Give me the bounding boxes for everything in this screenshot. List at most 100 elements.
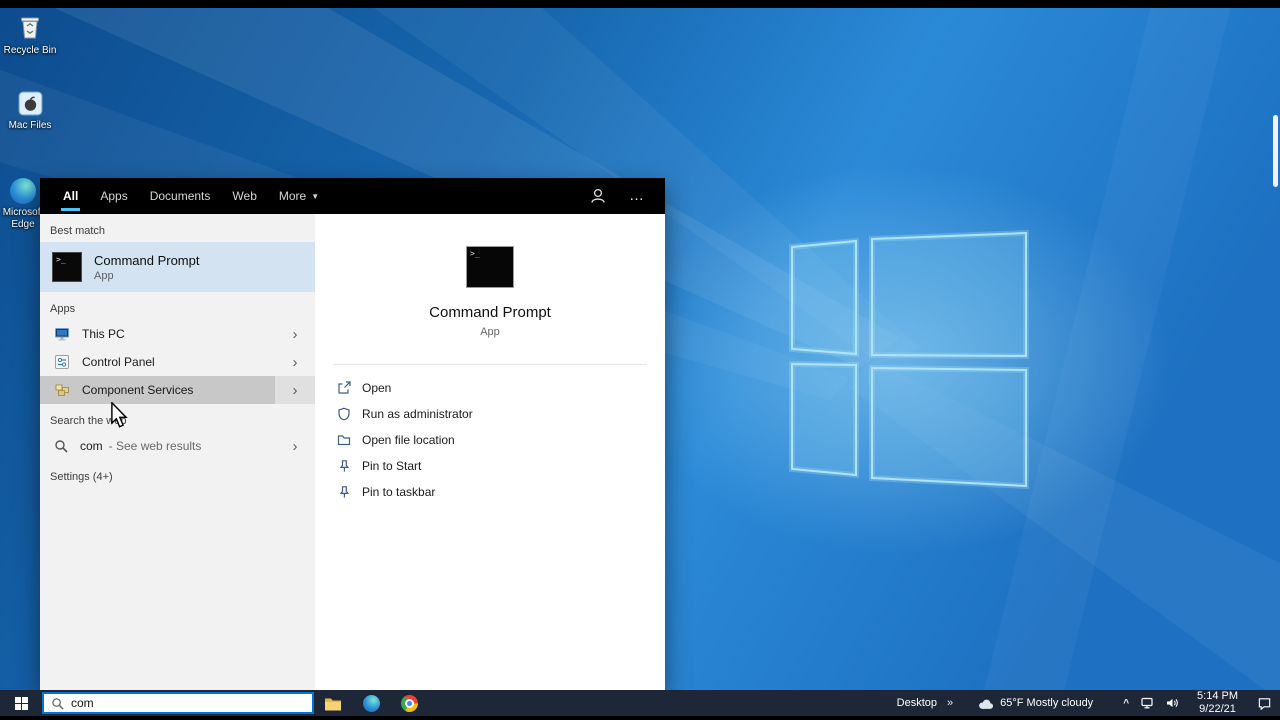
search-tabs: All Apps Documents Web More ▼	[40, 178, 330, 214]
taskbar: Desktop » 65°F Mostly cloudy ^	[0, 690, 1280, 716]
settings-section-header[interactable]: Settings (4+)	[40, 466, 315, 488]
action-label: Open file location	[362, 433, 455, 447]
command-prompt-icon: >_	[52, 252, 82, 282]
search-body: Best match >_ Command Prompt App Apps Th…	[40, 214, 665, 690]
pin-icon	[339, 486, 350, 498]
action-run-as-administrator[interactable]: Run as administrator	[315, 401, 665, 427]
result-this-pc[interactable]: This PC ›	[40, 320, 315, 348]
windows-search-panel: All Apps Documents Web More ▼ … Best mat…	[40, 178, 665, 690]
chevron-down-icon: ▼	[311, 191, 320, 201]
tab-label: More	[278, 189, 307, 203]
result-label: This PC	[82, 327, 125, 341]
taskbar-search-box[interactable]	[42, 692, 314, 714]
weather-text: 65°F Mostly cloudy	[1000, 697, 1094, 709]
search-preview-panel: >_ Command Prompt App Open Run as admini…	[315, 214, 665, 690]
web-query: com	[80, 439, 103, 453]
volume-icon[interactable]	[1165, 696, 1179, 710]
mac-files-icon	[18, 91, 42, 116]
desktop-icon-recycle-bin[interactable]: Recycle Bin	[2, 12, 58, 57]
weather-widget[interactable]: 65°F Mostly cloudy	[977, 697, 1093, 710]
network-icon[interactable]	[1140, 696, 1154, 710]
tab-label: Documents	[149, 189, 211, 203]
more-options-icon[interactable]: …	[629, 188, 645, 203]
open-icon	[338, 381, 351, 394]
search-header-actions: …	[589, 187, 665, 205]
pin-icon	[339, 460, 350, 472]
windows-logo-icon	[14, 696, 28, 710]
result-control-panel[interactable]: Control Panel ›	[40, 348, 315, 376]
preview-title: Command Prompt	[429, 304, 551, 321]
control-panel-icon	[55, 355, 69, 369]
desktop-icon-label: Recycle Bin	[3, 45, 57, 56]
component-services-icon	[55, 384, 69, 396]
action-open[interactable]: Open	[315, 375, 665, 401]
start-button[interactable]	[0, 690, 42, 716]
search-icon	[52, 697, 64, 710]
result-label: Component Services	[82, 383, 194, 397]
action-label: Open	[362, 381, 392, 395]
screen: Recycle Bin Mac Files Microsoft Edge All	[0, 0, 1280, 720]
action-center-button[interactable]	[1248, 690, 1280, 716]
file-explorer-icon	[325, 698, 341, 710]
action-label: Run as administrator	[362, 407, 473, 421]
this-pc-icon	[55, 328, 69, 341]
search-results-list: Best match >_ Command Prompt App Apps Th…	[40, 214, 315, 690]
notification-icon	[1258, 697, 1270, 710]
result-web-search[interactable]: com - See web results ›	[40, 432, 315, 460]
hidden-icons-button[interactable]: ^	[1123, 698, 1129, 709]
tab-all[interactable]: All	[52, 178, 89, 214]
preview-actions: Open Run as administrator Open file loca…	[315, 365, 665, 505]
folder-icon	[337, 435, 351, 446]
taskbar-file-explorer-button[interactable]	[314, 690, 352, 716]
web-suffix: - See web results	[108, 439, 202, 453]
tab-web[interactable]: Web	[221, 178, 267, 214]
system-tray: ^	[1123, 696, 1179, 710]
desktop-icon-label: Mac Files	[8, 120, 52, 131]
desktop-toolbar-label: Desktop	[896, 697, 938, 709]
user-account-icon[interactable]	[589, 187, 607, 205]
tab-apps[interactable]: Apps	[89, 178, 138, 214]
best-match-result-command-prompt[interactable]: >_ Command Prompt App	[40, 242, 315, 292]
chrome-icon	[400, 694, 418, 712]
command-prompt-large-icon: >_	[466, 246, 514, 288]
desktop-toolbar[interactable]: Desktop »	[897, 697, 953, 709]
action-label: Pin to taskbar	[362, 485, 436, 499]
clock-time: 5:14 PM	[1197, 689, 1238, 702]
search-web-header: Search the web	[50, 415, 127, 427]
edge-icon	[362, 694, 380, 712]
letterbox-top	[0, 0, 1280, 8]
action-pin-to-taskbar[interactable]: Pin to taskbar	[315, 479, 665, 505]
desktop-icon-mac-files[interactable]: Mac Files	[2, 90, 58, 132]
result-label: Control Panel	[82, 355, 155, 369]
tab-more[interactable]: More ▼	[268, 178, 330, 214]
best-match-title: Command Prompt	[94, 252, 200, 268]
taskbar-chrome-button[interactable]	[390, 690, 428, 716]
tab-documents[interactable]: Documents	[139, 178, 222, 214]
clock-date: 9/22/21	[1199, 703, 1236, 715]
taskbar-edge-button[interactable]	[352, 690, 390, 716]
tab-label: Web	[232, 189, 257, 203]
action-label: Pin to Start	[362, 459, 422, 473]
cloud-icon	[979, 699, 994, 709]
best-match-subtitle: App	[94, 269, 114, 282]
taskbar-right: Desktop » 65°F Mostly cloudy ^ 5:14 PM 9…	[897, 690, 1280, 716]
search-header: All Apps Documents Web More ▼ …	[40, 178, 665, 214]
action-pin-to-start[interactable]: Pin to Start	[315, 453, 665, 479]
best-match-header: Best match	[50, 225, 106, 237]
tab-label: Apps	[100, 189, 128, 203]
edge-icon	[10, 178, 36, 204]
scrollbar-thumb[interactable]	[1273, 115, 1278, 187]
result-component-services[interactable]: Component Services ›	[40, 376, 315, 404]
toolbar-overflow-icon[interactable]: »	[947, 697, 953, 709]
chevron-right-icon[interactable]: ›	[275, 376, 315, 404]
action-open-file-location[interactable]: Open file location	[315, 427, 665, 453]
chevron-right-icon[interactable]: ›	[275, 348, 315, 376]
taskbar-clock[interactable]: 5:14 PM 9/22/21	[1197, 690, 1238, 716]
shield-icon	[338, 407, 350, 421]
chevron-right-icon[interactable]: ›	[275, 432, 315, 460]
search-icon	[55, 440, 68, 453]
chevron-right-icon[interactable]: ›	[275, 320, 315, 348]
preview-subtitle: App	[480, 326, 500, 338]
taskbar-search-input[interactable]	[71, 696, 305, 710]
recycle-bin-icon	[21, 17, 39, 39]
